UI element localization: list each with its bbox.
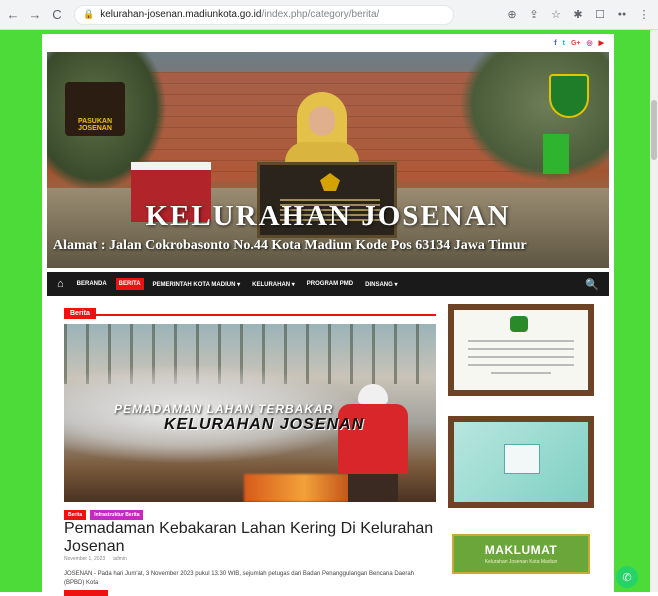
profile-icon[interactable]: ●● [614,7,630,23]
nav-kelurahan[interactable]: KELURAHAN ▾ [249,278,298,291]
url-path: /index.php/category/berita/ [261,9,380,20]
browser-actions: ⊕ ⇪ ☆ ✱ ☐ ●● ⋮ [504,7,658,23]
post-date: November 1, 2023 [64,556,106,562]
hero-caption-bottom: KELURAHAN JOSENAN [164,416,365,433]
madiun-emblem [549,74,589,118]
instagram-icon[interactable]: ◎ [587,39,593,47]
featured-image[interactable]: PEMADAMAN LAHAN TERBAKAR KELURAHAN JOSEN… [64,324,436,502]
site-address: Alamat : Jalan Cokrobasonto No.44 Kota M… [53,238,527,253]
website-container: f t G+ ◎ ▶ PASUKAN JOSENAN KELURAHAN JOS… [42,34,614,596]
maklumat-subtitle: Kelurahan Josenan Kota Madiun [484,559,558,565]
tree-right [459,52,609,182]
hero-caption-top: PEMADAMAN LAHAN TERBAKAR [114,402,334,416]
nav-program-pmd[interactable]: PROGRAM PMD [304,278,356,290]
page-viewport: f t G+ ◎ ▶ PASUKAN JOSENAN KELURAHAN JOS… [0,30,658,596]
header-banner: PASUKAN JOSENAN KELURAHAN JOSENAN Alamat… [47,52,609,268]
browser-toolbar: ← → C 🔒 kelurahan-josenan.madiunkota.go.… [0,0,658,30]
social-bar: f t G+ ◎ ▶ [42,34,614,52]
nav-dinsang[interactable]: DINSANG ▾ [362,278,400,291]
scroll-thumb[interactable] [651,100,657,160]
whatsapp-icon[interactable]: ✆ [616,566,638,588]
facebook-icon[interactable]: f [554,40,556,47]
back-button[interactable]: ← [4,6,22,24]
post-tags: Berita Infrastruktur Berita [64,510,144,520]
josenan-logo: PASUKAN JOSENAN [65,82,125,136]
category-header: Berita [64,302,436,319]
tag-infrastruktur[interactable]: Infrastruktur Berita [90,510,144,520]
sidebar-screen-widget[interactable] [448,416,594,508]
twitter-icon[interactable]: t [563,40,565,47]
maklumat-banner[interactable]: MAKLUMAT Kelurahan Josenan Kota Madiun [452,534,590,574]
maklumat-title: MAKLUMAT [484,543,558,557]
certificate-seal [510,316,528,332]
nav-pemerintah[interactable]: PEMERINTAH KOTA MADIUN ▾ [150,278,244,291]
garuda-emblem [320,173,340,191]
address-bar[interactable]: 🔒 kelurahan-josenan.madiunkota.go.id /in… [74,4,454,25]
url-domain: kelurahan-josenan.madiunkota.go.id [100,9,262,20]
translate-icon[interactable]: ⊕ [504,7,520,23]
star-icon[interactable]: ☆ [548,7,564,23]
category-label: Berita [64,308,96,319]
main-navigation: ⌂ BERANDA BERITA PEMERINTAH KOTA MADIUN … [47,272,609,296]
lock-icon[interactable]: 🔒 [83,9,94,20]
scrollbar[interactable] [650,30,658,592]
post-title[interactable]: Pemadaman Kebakaran Lahan Kering Di Kelu… [64,520,444,556]
nav-berita[interactable]: BERITA [115,278,144,290]
reload-button[interactable]: C [48,6,66,24]
search-icon[interactable]: 🔍 [585,278,609,291]
post-excerpt: JOSENAN - Pada hari Jum'at, 3 November 2… [64,571,415,586]
firefighter-figure [332,384,412,502]
read-more-button[interactable] [64,590,108,596]
trash-bin [543,134,569,174]
google-plus-icon[interactable]: G+ [571,40,581,47]
post-meta: November 1, 2023 admin [64,556,127,562]
menu-icon[interactable]: ⋮ [636,7,652,23]
tag-berita[interactable]: Berita [64,510,87,520]
youtube-icon[interactable]: ▶ [599,39,604,47]
post-author[interactable]: admin [113,556,127,562]
sidebar-certificate[interactable] [448,304,594,396]
extensions-icon[interactable]: ✱ [570,7,586,23]
screen-badge [504,444,540,474]
home-icon[interactable]: ⌂ [57,278,64,290]
forward-button[interactable]: → [26,6,44,24]
share-icon[interactable]: ⇪ [526,7,542,23]
nav-beranda[interactable]: BERANDA [74,278,110,290]
site-title: KELURAHAN JOSENAN [145,200,511,232]
window-icon[interactable]: ☐ [592,7,608,23]
